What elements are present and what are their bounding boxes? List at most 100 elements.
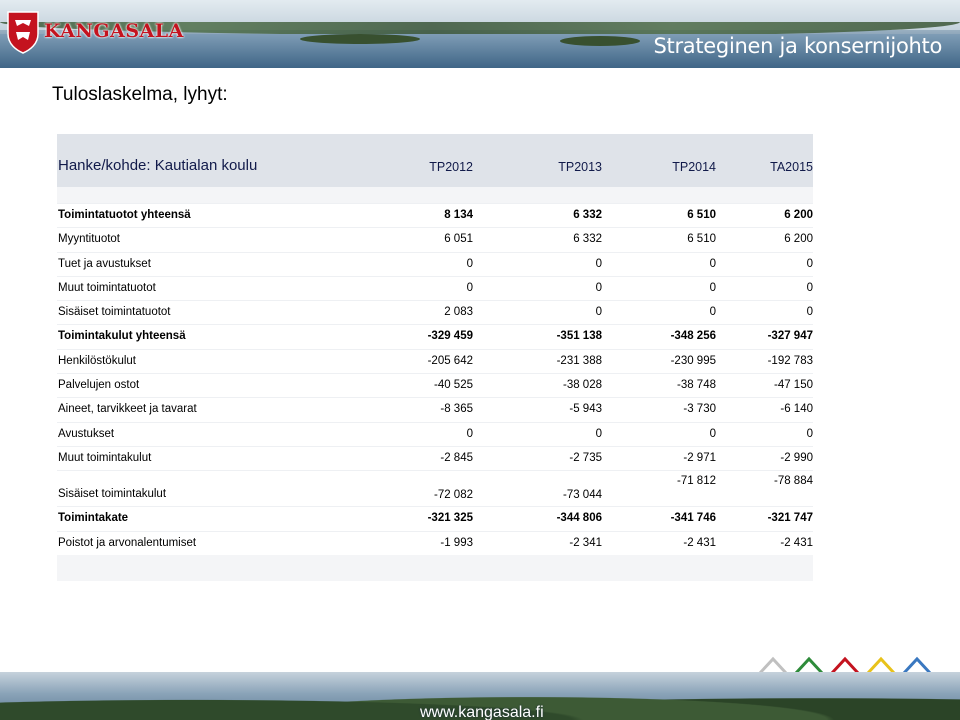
row-value: 0 xyxy=(709,306,716,319)
row-value: -2 845 xyxy=(440,451,473,464)
row-value: 0 xyxy=(595,257,602,270)
row-value: -231 388 xyxy=(556,354,602,367)
table-row: Muut toimintakulut -2 845 -2 735 -2 971 -2 9… xyxy=(57,445,813,470)
row-value: 0 xyxy=(806,281,813,294)
row-value: -2 735 xyxy=(569,451,602,464)
row-label: Muut toimintakulut xyxy=(58,451,152,464)
row-value: -341 746 xyxy=(670,512,716,525)
row-value: -5 943 xyxy=(569,403,602,416)
row-value: -71 812 xyxy=(676,475,716,488)
row-value: -351 138 xyxy=(556,330,602,343)
row-value: 6 510 xyxy=(687,233,716,246)
table-row: Muut toimintatuotot 0 0 0 0 xyxy=(57,275,813,300)
triangle-mark xyxy=(758,656,788,675)
page-title: Tuloslaskelma, lyhyt: xyxy=(52,84,228,105)
row-value: 0 xyxy=(806,306,813,319)
row-value: 6 332 xyxy=(573,209,602,221)
row-value: 0 xyxy=(466,281,473,294)
row-value: -2 341 xyxy=(569,536,602,549)
triangle-mark xyxy=(794,656,824,675)
row-label: Sisäiset toimintatuotot xyxy=(58,306,171,319)
income-statement-table: Hanke/kohde: Kautialan koulu TP2012 TP20… xyxy=(57,134,813,581)
row-label: Palvelujen ostot xyxy=(58,379,140,392)
row-label: Muut toimintatuotot xyxy=(58,281,156,294)
row-value: 6 200 xyxy=(784,233,813,246)
row-value: -2 431 xyxy=(683,536,716,549)
crest-icon xyxy=(7,11,39,54)
row-label: Avustukset xyxy=(58,427,115,440)
row-value: 0 xyxy=(466,427,473,440)
spacer xyxy=(57,187,813,203)
row-value: 0 xyxy=(806,427,813,440)
row-value: -73 044 xyxy=(562,489,602,502)
row-value: -230 995 xyxy=(670,354,716,367)
row-value: 6 200 xyxy=(784,209,813,221)
row-value: 0 xyxy=(806,257,813,270)
row-value: -38 028 xyxy=(562,379,602,392)
footer-banner: www.kangasala.fi xyxy=(0,672,960,720)
row-value: -6 140 xyxy=(780,403,813,416)
row-value: -327 947 xyxy=(767,330,813,343)
column-header: TP2012 xyxy=(429,160,473,174)
table-row: Tuet ja avustukset 0 0 0 0 xyxy=(57,251,813,276)
row-value: 8 134 xyxy=(444,209,473,221)
row-value: -348 256 xyxy=(670,330,716,343)
row-value: -205 642 xyxy=(427,354,473,367)
section-title: Strateginen ja konsernijohto xyxy=(653,34,943,58)
row-label: Poistot ja arvonalentumiset xyxy=(58,536,197,549)
row-value: -344 806 xyxy=(556,512,602,525)
project-label: Hanke/kohde: Kautialan koulu xyxy=(58,157,258,174)
table-row: Palvelujen ostot -40 525 -38 028 -38 748 -47… xyxy=(57,373,813,397)
table-row: Sisäiset toimintakulut -72 082 -73 044 -71 … xyxy=(57,470,813,506)
website-link[interactable]: www.kangasala.fi xyxy=(420,704,544,720)
row-label: Toimintakate xyxy=(58,512,129,525)
row-label: Toimintatuotot yhteensä xyxy=(58,209,191,221)
row-value: 0 xyxy=(595,306,602,319)
column-header: TP2014 xyxy=(672,160,716,174)
triangle-mark xyxy=(830,656,860,675)
row-value: -2 971 xyxy=(683,451,716,464)
row-value: -321 325 xyxy=(427,512,473,525)
triangle-mark xyxy=(902,656,932,675)
column-header: TP2013 xyxy=(558,160,602,174)
row-value: -72 082 xyxy=(433,489,473,502)
row-label: Tuet ja avustukset xyxy=(58,257,151,270)
table-row: Aineet, tarvikkeet ja tavarat -8 365 -5 94… xyxy=(57,397,813,421)
row-value: -3 730 xyxy=(683,403,716,416)
row-value: -2 431 xyxy=(780,536,813,549)
row-value: -8 365 xyxy=(440,403,473,416)
row-label: Aineet, tarvikkeet ja tavarat xyxy=(58,403,197,416)
table-row: Toimintatuotot yhteensä 8 134 6 332 6 510 6 … xyxy=(57,203,813,227)
table-row: Avustukset 0 0 0 0 xyxy=(57,421,813,446)
row-value: 0 xyxy=(709,427,716,440)
triangle-mark xyxy=(866,656,896,675)
row-value: 6 332 xyxy=(573,233,602,246)
row-value: 6 051 xyxy=(444,233,473,246)
row-value: 0 xyxy=(466,257,473,270)
row-value: -2 990 xyxy=(780,451,813,464)
table-row: Henkilöstökulut -205 642 -231 388 -230 995 -… xyxy=(57,348,813,373)
row-value: 0 xyxy=(709,281,716,294)
row-value: -38 748 xyxy=(676,379,716,392)
row-value: 2 083 xyxy=(444,306,473,319)
table-row: Toimintakulut yhteensä -329 459 -351 138 -3… xyxy=(57,324,813,348)
row-value: -192 783 xyxy=(767,354,813,367)
table-row: Toimintakate -321 325 -344 806 -341 746 -321… xyxy=(57,506,813,530)
table-body: Toimintatuotot yhteensä 8 134 6 332 6 510 6 … xyxy=(57,203,813,555)
banner-island xyxy=(300,34,420,44)
row-value: -47 150 xyxy=(773,379,813,392)
row-value: -1 993 xyxy=(440,536,473,549)
table-row: Sisäiset toimintatuotot 2 083 0 0 0 xyxy=(57,300,813,324)
table-header: Hanke/kohde: Kautialan koulu TP2012 TP20… xyxy=(57,134,813,187)
row-label: Sisäiset toimintakulut xyxy=(58,488,167,501)
banner-island xyxy=(560,36,640,46)
table-row: Poistot ja arvonalentumiset -1 993 -2 341 -… xyxy=(57,530,813,555)
kangasala-logo[interactable]: KANGASALA xyxy=(6,6,183,58)
row-label: Henkilöstökulut xyxy=(58,354,136,367)
row-label: Myyntituotot xyxy=(58,233,120,246)
row-label: Toimintakulut yhteensä xyxy=(58,330,186,343)
row-value: 6 510 xyxy=(687,209,716,221)
row-value: 0 xyxy=(709,257,716,270)
row-value: -329 459 xyxy=(427,330,473,343)
row-value: 0 xyxy=(595,281,602,294)
